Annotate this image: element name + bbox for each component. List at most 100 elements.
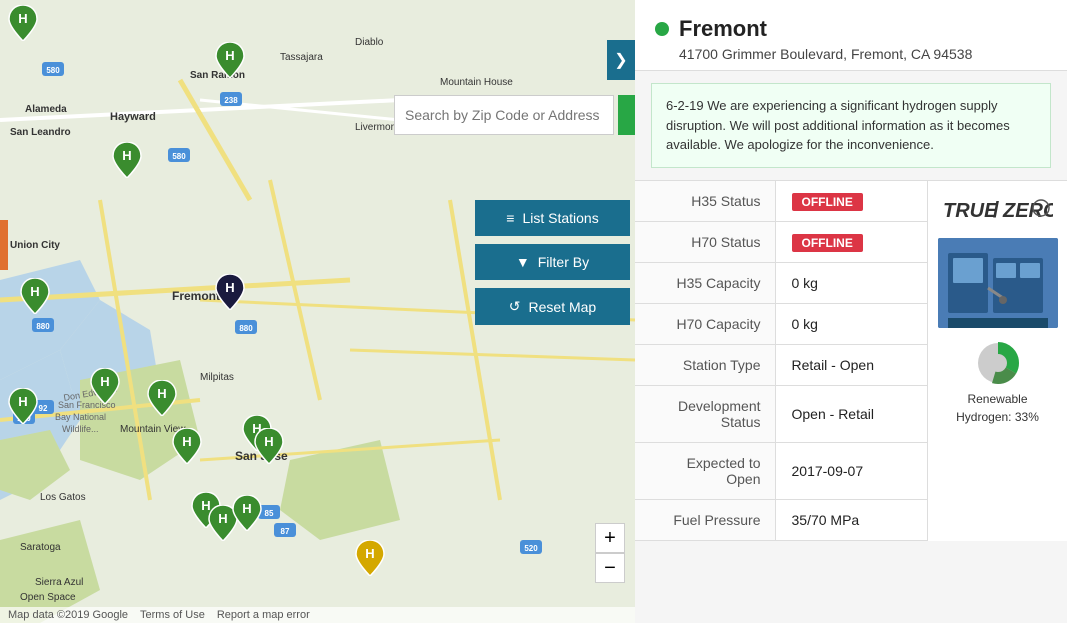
renewable-chart: Renewable Hydrogen: 33% (956, 338, 1039, 424)
svg-text:ZERO: ZERO (1002, 200, 1053, 222)
station-marker[interactable]: H (172, 428, 202, 463)
station-name: Fremont (679, 16, 767, 42)
go-button[interactable] (618, 95, 635, 135)
table-row: H70 Capacity 0 kg (635, 303, 927, 344)
svg-text:H: H (365, 546, 374, 561)
station-marker[interactable]: H (215, 42, 245, 77)
expected-open-label: Expected to Open (635, 442, 775, 499)
list-icon: ≡ (506, 210, 514, 226)
pie-chart (973, 338, 1023, 388)
terms-link[interactable]: Terms of Use (140, 609, 205, 621)
svg-text:Bay National: Bay National (55, 412, 106, 422)
station-name-row: Fremont (655, 16, 1047, 42)
svg-text:580: 580 (172, 152, 186, 161)
h70-status-value: OFFLINE (775, 221, 927, 262)
svg-text:/: / (993, 197, 999, 222)
station-type-value: Retail - Open (775, 344, 927, 385)
svg-text:880: 880 (36, 322, 50, 331)
zoom-in-button[interactable]: + (595, 523, 625, 553)
search-bar (394, 95, 635, 135)
table-row: H70 Status OFFLINE (635, 221, 927, 262)
station-marker[interactable]: H (112, 142, 142, 177)
alert-box: 6-2-19 We are experiencing a significant… (651, 83, 1051, 168)
svg-text:H: H (182, 434, 191, 449)
attribution-text: Map data ©2019 Google (8, 609, 128, 621)
alert-text: 6-2-19 We are experiencing a significant… (666, 98, 1010, 152)
search-input[interactable] (394, 95, 614, 135)
dev-status-label: Development Status (635, 385, 775, 442)
station-marker[interactable]: H (232, 495, 262, 530)
station-marker[interactable]: H (8, 5, 38, 40)
filter-icon: ▼ (516, 254, 530, 270)
map-attribution: Map data ©2019 Google Terms of Use Repor… (0, 607, 635, 623)
svg-text:Mountain House: Mountain House (440, 77, 513, 88)
brand-logo: TRUE / ZERO (943, 193, 1053, 228)
svg-text:H: H (218, 511, 227, 526)
svg-text:H: H (264, 434, 273, 449)
table-row: Development Status Open - Retail (635, 385, 927, 442)
svg-text:H: H (157, 386, 166, 401)
details-wrapper: H35 Status OFFLINE H70 Status OFFLINE H3… (635, 180, 1067, 541)
zoom-out-button[interactable]: − (595, 553, 625, 583)
svg-text:92: 92 (39, 404, 48, 413)
h70-status-label: H70 Status (635, 221, 775, 262)
svg-text:238: 238 (224, 96, 238, 105)
svg-text:H: H (122, 148, 131, 163)
details-table: H35 Status OFFLINE H70 Status OFFLINE H3… (635, 181, 927, 541)
table-row: H35 Capacity 0 kg (635, 262, 927, 303)
station-marker[interactable]: H (20, 278, 50, 313)
list-stations-button[interactable]: ≡ List Stations (475, 200, 630, 236)
svg-text:Sierra Azul: Sierra Azul (35, 577, 83, 588)
left-bar (0, 220, 8, 270)
svg-text:Hayward: Hayward (110, 111, 156, 123)
station-image (938, 238, 1058, 328)
reset-map-button[interactable]: ↺ Reset Map (475, 288, 630, 325)
station-header: Fremont 41700 Grimmer Boulevard, Fremont… (635, 0, 1067, 71)
h35-status-badge: OFFLINE (792, 193, 863, 211)
h35-status-label: H35 Status (635, 181, 775, 222)
truezero-svg: TRUE / ZERO (943, 193, 1053, 223)
table-row: Fuel Pressure 35/70 MPa (635, 499, 927, 540)
svg-text:85: 85 (265, 509, 274, 518)
svg-text:Alameda: Alameda (25, 104, 67, 115)
h70-capacity-label: H70 Capacity (635, 303, 775, 344)
station-marker[interactable]: H (8, 388, 38, 423)
svg-text:87: 87 (281, 527, 290, 536)
reset-icon: ↺ (509, 298, 521, 315)
table-row: Station Type Retail - Open (635, 344, 927, 385)
svg-text:San Leandro: San Leandro (10, 127, 71, 138)
fuel-pressure-label: Fuel Pressure (635, 499, 775, 540)
svg-text:Wildlife...: Wildlife... (62, 424, 99, 434)
h70-status-badge: OFFLINE (792, 234, 863, 252)
station-marker[interactable]: H (90, 368, 120, 403)
expected-open-value: 2017-09-07 (775, 442, 927, 499)
h35-status-value: OFFLINE (775, 181, 927, 222)
svg-text:TRUE: TRUE (943, 200, 998, 222)
brand-panel: TRUE / ZERO (927, 181, 1067, 541)
station-marker[interactable]: H (355, 540, 385, 575)
svg-text:H: H (18, 11, 27, 26)
fuel-pressure-value: 35/70 MPa (775, 499, 927, 540)
station-address: 41700 Grimmer Boulevard, Fremont, CA 945… (679, 46, 1047, 62)
table-row: Expected to Open 2017-09-07 (635, 442, 927, 499)
svg-text:H: H (100, 374, 109, 389)
svg-text:H: H (225, 48, 234, 63)
svg-text:Saratoga: Saratoga (20, 542, 61, 553)
svg-text:880: 880 (239, 324, 253, 333)
svg-text:Open Space: Open Space (20, 592, 76, 603)
toggle-panel-button[interactable]: ❯ (607, 40, 635, 80)
station-marker-selected[interactable]: H (215, 274, 245, 309)
svg-text:Milpitas: Milpitas (200, 372, 234, 383)
station-marker[interactable]: H (147, 380, 177, 415)
filter-by-button[interactable]: ▼ Filter By (475, 244, 630, 280)
svg-text:520: 520 (524, 544, 538, 553)
station-type-label: Station Type (635, 344, 775, 385)
report-link[interactable]: Report a map error (217, 609, 310, 621)
svg-text:Union City: Union City (10, 240, 60, 251)
svg-text:Tassajara: Tassajara (280, 52, 323, 63)
station-marker[interactable]: H (254, 428, 284, 463)
svg-text:H: H (242, 501, 251, 516)
dev-status-value: Open - Retail (775, 385, 927, 442)
station-photo (938, 238, 1058, 328)
h70-capacity-value: 0 kg (775, 303, 927, 344)
